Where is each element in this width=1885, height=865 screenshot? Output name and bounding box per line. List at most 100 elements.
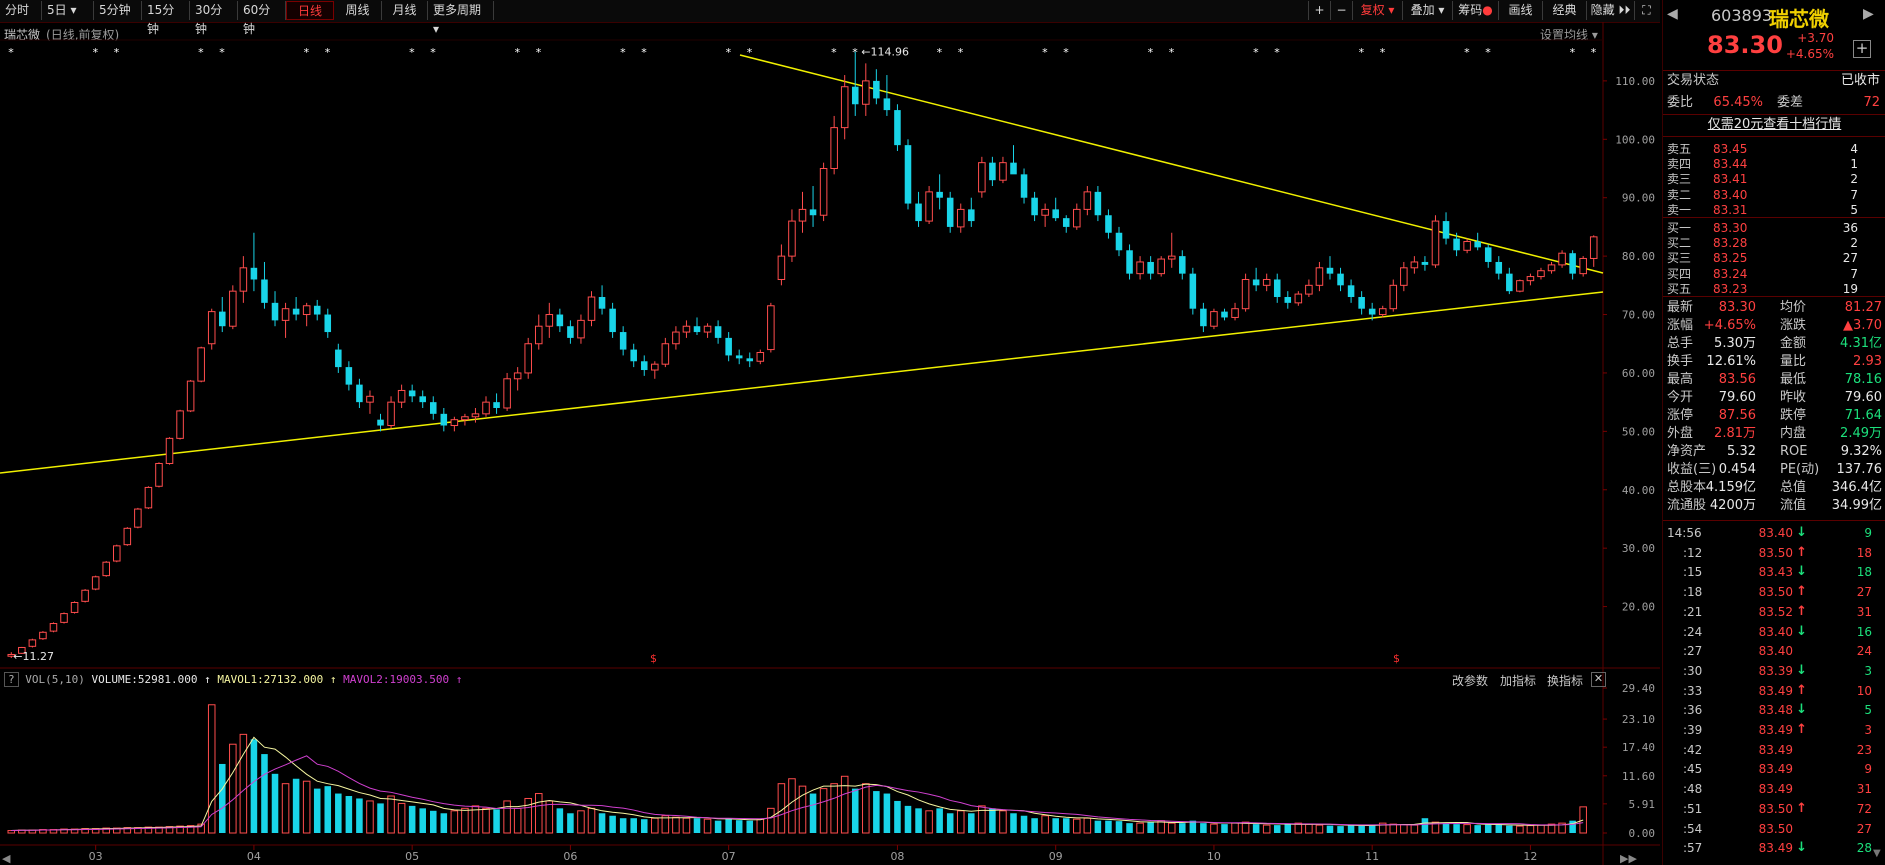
candle-body <box>1052 209 1059 219</box>
candle-body <box>81 589 89 602</box>
volume-bar <box>946 813 954 833</box>
volume-bar <box>999 810 1007 834</box>
volume-bar <box>1062 818 1070 833</box>
scroll-down-icon[interactable]: ▼ <box>1873 848 1881 859</box>
mavol1-value: MAVOL1:27132.000 <box>217 673 324 686</box>
stat-value: 4.31亿 <box>1840 336 1882 351</box>
candle-body <box>809 209 817 216</box>
tick-row: :51 83.50 ↑ 72 <box>1663 800 1885 818</box>
tick-row: :45 83.49 9 <box>1663 760 1885 778</box>
candle-body <box>1031 197 1038 216</box>
add-watchlist-icon[interactable]: + <box>1853 40 1871 58</box>
level2-promo-link[interactable]: 仅需20元查看十档行情 <box>1663 116 1885 134</box>
tick-row: :27 83.40 24 <box>1663 642 1885 660</box>
close-indicator-icon[interactable]: ✕ <box>1591 672 1606 687</box>
candle-body <box>218 311 226 327</box>
candle-body <box>1189 273 1197 309</box>
stat-value: 9.32% <box>1840 444 1882 459</box>
volume-bar <box>524 797 532 834</box>
candle-body <box>440 413 448 426</box>
volume-bar <box>218 763 226 833</box>
help-icon[interactable]: ? <box>4 672 19 687</box>
tick-volume: 27 <box>1856 585 1872 600</box>
tick-time: :33 <box>1683 683 1703 698</box>
volume-bar <box>461 807 469 834</box>
next-stock-icon[interactable]: ▶ <box>1863 6 1874 22</box>
tick-volume: 72 <box>1856 801 1872 816</box>
stat-label: ROE <box>1780 444 1808 459</box>
kline-chart[interactable]: 110.00100.0090.0080.0070.0060.0050.0040.… <box>0 0 1660 865</box>
candle-body <box>1537 270 1545 278</box>
candle-body <box>281 308 290 321</box>
vol-tick-label: 23.10 <box>1622 713 1655 726</box>
vol-value: VOLUME:52981.000 <box>91 673 198 686</box>
candle-body <box>239 267 248 292</box>
candle-body <box>714 326 722 338</box>
y-tick-label: 30.00 <box>1622 542 1655 555</box>
candle-body <box>1516 280 1524 292</box>
tick-row: :24 83.40 ↓ 16 <box>1663 623 1885 641</box>
volume-bar <box>493 809 500 833</box>
volume-bar <box>1389 823 1398 834</box>
volume-bar <box>873 791 880 833</box>
switch-indicator-button[interactable]: 换指标 <box>1547 672 1583 689</box>
candle-body <box>873 80 880 99</box>
stat-label: 最新 <box>1667 300 1694 315</box>
event-marker-icon: * <box>641 46 647 59</box>
tick-direction-icon: ↓ <box>1796 702 1807 718</box>
candle-body <box>1315 267 1324 286</box>
candle-body <box>1337 273 1344 286</box>
volume-bar <box>1358 825 1365 833</box>
volume-bar <box>1105 820 1112 833</box>
event-marker-icon: * <box>93 46 99 59</box>
volume-bar <box>1421 818 1429 833</box>
candle-body <box>946 197 954 227</box>
x-month-label: 09 <box>1049 850 1063 863</box>
volume-bar <box>1200 823 1207 833</box>
volume-bar <box>1315 824 1324 834</box>
volume-bar <box>1400 824 1408 834</box>
tick-row: :42 83.49 23 <box>1663 741 1885 759</box>
stat-row: 收益(三) 0.454 PE(动) 137.76 <box>1663 461 1885 479</box>
prev-stock-icon[interactable]: ◀ <box>1667 6 1678 22</box>
y-tick-label: 70.00 <box>1622 309 1655 322</box>
vol-tick-label: 0.00 <box>1629 827 1656 840</box>
volume-bar <box>577 810 585 834</box>
event-marker-icon: * <box>1063 46 1069 59</box>
candle-body <box>640 361 648 371</box>
candle-body <box>1442 221 1450 239</box>
candle-body <box>1474 241 1481 248</box>
low-price-label: ←11.27 <box>13 650 54 663</box>
candle-body <box>725 337 732 356</box>
volume-bar <box>1579 806 1587 834</box>
candle-body <box>1589 236 1598 259</box>
candle-body <box>936 191 943 198</box>
volume-bar <box>1210 823 1218 834</box>
candle-body <box>1167 255 1176 260</box>
candle-body <box>798 208 807 222</box>
tick-price: 83.40 <box>1758 624 1793 639</box>
candle-body <box>1294 293 1303 304</box>
x-month-label: 06 <box>563 850 577 863</box>
candle-body <box>925 191 933 222</box>
stat-value: 2.93 <box>1853 354 1882 369</box>
tick-row: :36 83.48 ↓ 5 <box>1663 701 1885 719</box>
candle-body <box>883 98 891 111</box>
volume-bar <box>904 805 912 833</box>
y-tick-label: 90.00 <box>1622 192 1655 205</box>
candle-body <box>461 416 469 421</box>
edit-params-button[interactable]: 改参数 <box>1452 672 1488 689</box>
candle-body <box>271 302 279 321</box>
volume-bar <box>714 820 722 833</box>
tick-row: :15 83.43 ↓ 18 <box>1663 563 1885 581</box>
volume-bar <box>598 813 606 833</box>
x-month-label: 12 <box>1523 850 1537 863</box>
volume-bar <box>1010 813 1017 833</box>
price-change: +3.70 <box>1797 31 1834 45</box>
vol-tick-label: 17.40 <box>1622 741 1655 754</box>
stock-name: 瑞芯微 <box>1769 7 1829 31</box>
add-indicator-button[interactable]: 加指标 <box>1500 672 1536 689</box>
tick-time: :12 <box>1683 545 1703 560</box>
candle-body <box>609 308 616 333</box>
volume-bar <box>239 733 248 834</box>
